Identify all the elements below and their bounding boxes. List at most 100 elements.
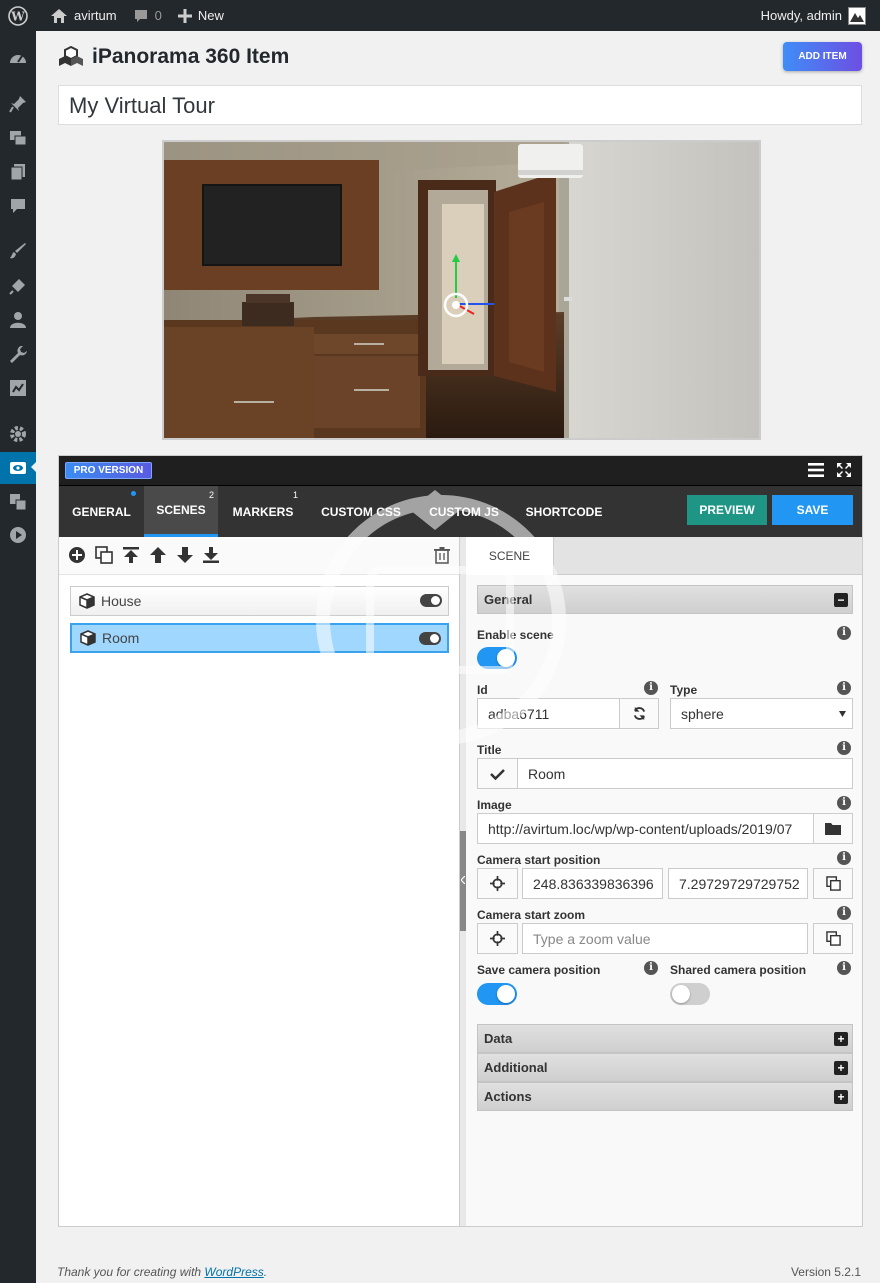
- title-check-button[interactable]: [477, 758, 518, 789]
- preview-button[interactable]: PREVIEW: [687, 495, 767, 525]
- camera-zoom-field[interactable]: Type a zoom value: [522, 923, 808, 954]
- scene-item-house[interactable]: House: [70, 586, 449, 616]
- item-title-input[interactable]: My Virtual Tour: [58, 85, 862, 125]
- add-item-button[interactable]: ADD ITEM: [783, 42, 862, 71]
- pick-camera-zoom-button[interactable]: [477, 923, 518, 954]
- new-content-link[interactable]: New: [170, 0, 232, 31]
- save-button[interactable]: SAVE: [772, 495, 853, 525]
- cube-icon: [79, 593, 95, 609]
- info-icon[interactable]: i: [837, 796, 851, 810]
- tab-scenes[interactable]: SCENES 2: [144, 486, 218, 537]
- general-section-header[interactable]: General −: [477, 585, 853, 614]
- my-account-link[interactable]: Howdy, admin: [753, 0, 880, 31]
- tab-markers[interactable]: MARKERS 1: [218, 486, 308, 537]
- move-down-icon[interactable]: [176, 546, 194, 564]
- appearance-menu-icon[interactable]: [0, 236, 36, 266]
- image-url-field[interactable]: http://avirtum.loc/wp/wp-content/uploads…: [477, 813, 814, 844]
- info-icon[interactable]: i: [837, 906, 851, 920]
- tab-custom-css[interactable]: CUSTOM CSS: [308, 486, 414, 537]
- users-menu-icon[interactable]: [0, 305, 36, 335]
- trash-icon[interactable]: [433, 546, 451, 564]
- data-section-title: Data: [484, 1031, 513, 1046]
- shared-camera-position-toggle[interactable]: [670, 983, 710, 1005]
- fullscreen-icon[interactable]: [836, 462, 852, 478]
- scene-item-room[interactable]: Room: [70, 623, 449, 653]
- tab-scene[interactable]: SCENE: [466, 537, 554, 575]
- copy-camera-zoom-button[interactable]: [813, 923, 853, 954]
- footer-thanks-text: Thank you for creating with: [57, 1265, 205, 1279]
- widgets-menu-icon[interactable]: [0, 373, 36, 403]
- move-top-icon[interactable]: [122, 546, 140, 564]
- info-icon[interactable]: i: [837, 626, 851, 640]
- expand-icon[interactable]: +: [834, 1032, 848, 1046]
- site-name-link[interactable]: avirtum: [42, 0, 125, 31]
- tab-markers-count: 1: [292, 490, 298, 500]
- actions-section-header[interactable]: Actions +: [477, 1082, 853, 1111]
- media-menu-icon[interactable]: [0, 123, 36, 153]
- tab-shortcode-label: SHORTCODE: [525, 504, 603, 519]
- comment-icon: [134, 9, 147, 22]
- dropdown-arrow-icon: [839, 711, 846, 717]
- copy-camera-position-button[interactable]: [813, 868, 853, 899]
- enable-scene-label: Enable scene: [477, 628, 554, 642]
- additional-section-header[interactable]: Additional +: [477, 1053, 853, 1082]
- scene-visibility-toggle[interactable]: [419, 632, 441, 645]
- camera-start-zoom-label: Camera start zoom: [477, 908, 586, 922]
- enable-scene-toggle[interactable]: [477, 647, 517, 669]
- copy-scene-icon[interactable]: [95, 546, 113, 564]
- dashboard-menu-icon[interactable]: [0, 44, 36, 74]
- expand-icon[interactable]: +: [834, 1061, 848, 1075]
- comments-menu-icon[interactable]: [0, 191, 36, 221]
- add-scene-icon[interactable]: [68, 546, 86, 564]
- move-bottom-icon[interactable]: [202, 546, 220, 564]
- pages-menu-icon[interactable]: [0, 157, 36, 187]
- scene-title-field[interactable]: Room: [517, 758, 853, 789]
- type-select[interactable]: sphere: [670, 698, 853, 729]
- comments-link[interactable]: 0: [125, 0, 170, 31]
- comments-count: 0: [154, 8, 162, 23]
- crosshair-icon: [490, 931, 505, 946]
- wordpress-logo-button[interactable]: W: [0, 0, 42, 31]
- scene-id-field[interactable]: adba6711: [477, 698, 620, 729]
- save-camera-position-toggle[interactable]: [477, 983, 517, 1005]
- tab-general[interactable]: GENERAL: [59, 486, 144, 537]
- expand-icon[interactable]: +: [834, 1090, 848, 1104]
- pick-camera-position-button[interactable]: [477, 868, 518, 899]
- camera-y-field[interactable]: 7.29729729729752: [668, 868, 808, 899]
- info-icon[interactable]: i: [644, 961, 658, 975]
- panorama-preview[interactable]: [162, 140, 761, 440]
- wordpress-link[interactable]: WordPress: [204, 1265, 263, 1279]
- move-up-icon[interactable]: [149, 546, 167, 564]
- scene-tab-strip: [554, 537, 862, 575]
- menu-icon[interactable]: [808, 463, 824, 477]
- panorama-image: [164, 142, 759, 438]
- howdy-text: Howdy, admin: [760, 8, 842, 23]
- tab-custom-js[interactable]: CUSTOM JS: [414, 486, 514, 537]
- info-icon[interactable]: i: [837, 741, 851, 755]
- posts-menu-icon[interactable]: [0, 89, 36, 119]
- general-section-title: General: [484, 592, 533, 607]
- settings-menu-icon[interactable]: [0, 419, 36, 449]
- scene-visibility-toggle[interactable]: [420, 594, 442, 607]
- info-icon[interactable]: i: [837, 851, 851, 865]
- ipanorama-editor: PRO VERSION GENERAL SCENES 2 MARKERS 1 CUS…: [58, 455, 863, 1227]
- info-icon[interactable]: i: [644, 681, 658, 695]
- collapse-icon[interactable]: −: [834, 593, 848, 607]
- data-section-header[interactable]: Data +: [477, 1024, 853, 1053]
- tab-shortcode[interactable]: SHORTCODE: [514, 486, 614, 537]
- copy-icon: [825, 931, 841, 946]
- translate-menu-icon[interactable]: [0, 487, 36, 517]
- browse-image-button[interactable]: [813, 813, 853, 844]
- play-menu-icon[interactable]: [0, 520, 36, 550]
- info-icon[interactable]: i: [837, 961, 851, 975]
- pro-version-badge[interactable]: PRO VERSION: [65, 462, 152, 479]
- copy-icon: [825, 876, 841, 891]
- ipanorama-menu-icon[interactable]: [0, 452, 37, 484]
- info-icon[interactable]: i: [837, 681, 851, 695]
- refresh-id-button[interactable]: [619, 698, 659, 729]
- plugins-menu-icon[interactable]: [0, 271, 36, 301]
- camera-x-field[interactable]: 248.836339836396: [522, 868, 663, 899]
- tab-general-dot: [131, 491, 136, 496]
- footer-thanks: Thank you for creating with WordPress.: [57, 1265, 267, 1279]
- tools-menu-icon[interactable]: [0, 339, 36, 369]
